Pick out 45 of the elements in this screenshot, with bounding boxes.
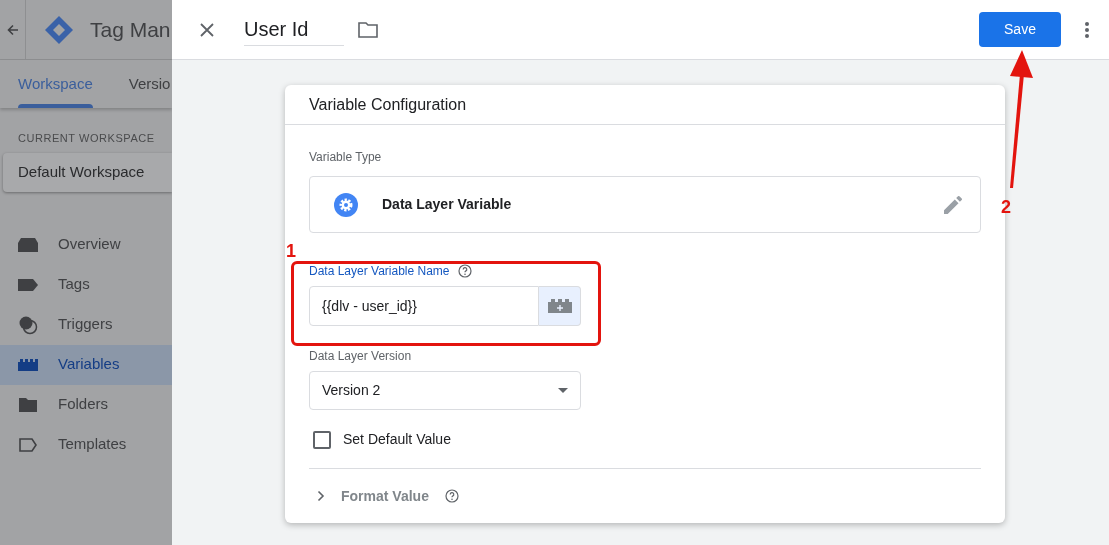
section-heading: CURRENT WORKSPACE xyxy=(18,131,156,146)
blocks-icon xyxy=(18,358,38,371)
variable-type-card[interactable]: Data Layer Variable xyxy=(309,176,981,233)
nav-item[interactable]: Variables xyxy=(0,344,172,385)
help-icon[interactable] xyxy=(444,489,459,503)
version-dropdown[interactable]: Version 2 xyxy=(309,371,581,410)
more-options-icon[interactable] xyxy=(1085,21,1089,38)
tab[interactable]: Versio xyxy=(110,60,189,108)
dropdown-caret-icon xyxy=(558,388,568,393)
save-button[interactable]: Save xyxy=(979,12,1061,47)
tab[interactable]: Workspace xyxy=(0,60,111,108)
checkbox-label: Set Default Value xyxy=(343,430,451,449)
variable-type-name: Data Layer Variable xyxy=(382,195,512,214)
field-label: Data Layer Version xyxy=(309,348,413,365)
insert-variable-button[interactable] xyxy=(539,286,581,326)
field-label: Variable Type xyxy=(309,149,383,166)
variable-name-field[interactable]: {{dlv - user_id}} xyxy=(309,286,539,326)
blocks-icon xyxy=(547,299,572,313)
help-icon[interactable] xyxy=(457,264,472,278)
nav-item[interactable]: Triggers xyxy=(0,304,172,345)
pencil-icon[interactable] xyxy=(944,195,962,214)
back-arrow-icon[interactable] xyxy=(6,23,19,36)
nav-item[interactable]: Templates xyxy=(0,424,172,465)
tag-icon xyxy=(18,278,38,291)
diamond-logo-icon xyxy=(44,14,74,45)
folder-outline-icon[interactable] xyxy=(358,21,378,38)
card-title: Variable Configuration xyxy=(309,94,467,115)
chevron-icon[interactable] xyxy=(317,490,325,502)
nav-item[interactable]: Folders xyxy=(0,384,172,425)
nav-item[interactable]: Overview xyxy=(0,224,172,265)
workspace-selector[interactable]: Default Workspace xyxy=(3,152,172,192)
step-number: 2 xyxy=(1001,196,1011,219)
name-field[interactable]: User Id xyxy=(244,13,344,46)
trigger-icon xyxy=(18,314,38,335)
field-label: Data Layer Variable Name xyxy=(309,263,450,280)
close-icon[interactable] xyxy=(199,21,215,38)
app-title: Tag Man xyxy=(90,16,171,43)
gear-icon xyxy=(334,192,358,217)
checkbox[interactable] xyxy=(313,430,331,449)
step-number: 1 xyxy=(286,240,296,263)
section-title[interactable]: Format Value xyxy=(341,485,429,507)
tag-outline-icon xyxy=(19,437,37,452)
folder-icon xyxy=(19,397,37,412)
inbox-icon xyxy=(18,237,38,252)
nav-item[interactable]: Tags xyxy=(0,264,172,305)
